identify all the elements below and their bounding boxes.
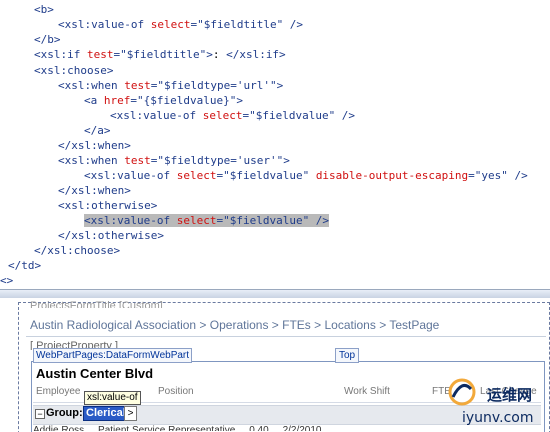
code-line[interactable]: <a href="{$fieldvalue}"> xyxy=(84,93,243,108)
column-position[interactable]: Position xyxy=(158,386,194,397)
data-row: Addie Ross ... Patient Service Represent… xyxy=(33,425,322,431)
collapse-icon[interactable]: − xyxy=(35,409,45,419)
code-line[interactable]: <xsl:when test="$fieldtype='url'"> xyxy=(58,78,283,93)
code-line[interactable]: <xsl:when test="$fieldtype='user'"> xyxy=(58,153,290,168)
code-editor-pane[interactable]: <b> <xsl:value-of select="$fieldtitle" />… xyxy=(0,0,550,288)
code-line[interactable]: </td> xyxy=(8,258,41,273)
code-line[interactable]: </b> xyxy=(34,32,61,47)
code-line[interactable]: <b> xyxy=(34,2,54,17)
selected-group-value[interactable]: Clerical xyxy=(83,406,129,421)
chevron-right-icon[interactable]: > xyxy=(124,406,137,421)
iyunv-logo-icon xyxy=(448,378,476,406)
code-line[interactable]: <xsl:value-of select="$fieldvalue" /> xyxy=(110,108,355,123)
code-line[interactable]: </xsl:when> xyxy=(58,138,131,153)
webpart-type-label[interactable]: WebPartPages:DataFormWebPart xyxy=(33,348,193,363)
code-line[interactable]: </a> xyxy=(84,123,111,138)
code-line[interactable]: </xsl:choose> xyxy=(34,243,120,258)
code-line[interactable]: <xsl:value-of select="$fieldvalue" disab… xyxy=(84,168,528,183)
code-line[interactable]: </xsl:otherwise> xyxy=(58,228,164,243)
code-line[interactable]: <xsl:if test="$fieldtitle">: </xsl:if> xyxy=(34,47,286,62)
tag-tooltip: xsl:value-of xyxy=(84,391,141,405)
page-title-cut: ProjectsFormTitle [Custom] xyxy=(30,300,163,308)
code-line[interactable]: <xsl:choose> xyxy=(34,63,113,78)
group-label: Group: xyxy=(46,407,83,419)
code-line[interactable]: <xsl:value-of select="$fieldtitle" /> xyxy=(58,17,303,32)
breadcrumb[interactable]: Austin Radiological Association > Operat… xyxy=(30,318,439,332)
webpart-title: Austin Center Blvd xyxy=(36,366,154,381)
zone-top-label[interactable]: Top xyxy=(335,348,360,363)
code-line[interactable]: </xsl:when> xyxy=(58,183,131,198)
column-employee[interactable]: Employee xyxy=(36,386,80,397)
code-line[interactable]: <xsl:value-of select="$fieldvalue" /> xyxy=(84,213,330,228)
column-work-shift[interactable]: Work Shift xyxy=(344,386,390,397)
divider xyxy=(26,336,546,337)
watermark-site-name: 运维网 xyxy=(487,386,533,404)
code-line[interactable]: <> xyxy=(0,273,13,288)
watermark-url: iyunv.com xyxy=(462,410,534,426)
code-line[interactable]: <xsl:otherwise> xyxy=(58,198,157,213)
